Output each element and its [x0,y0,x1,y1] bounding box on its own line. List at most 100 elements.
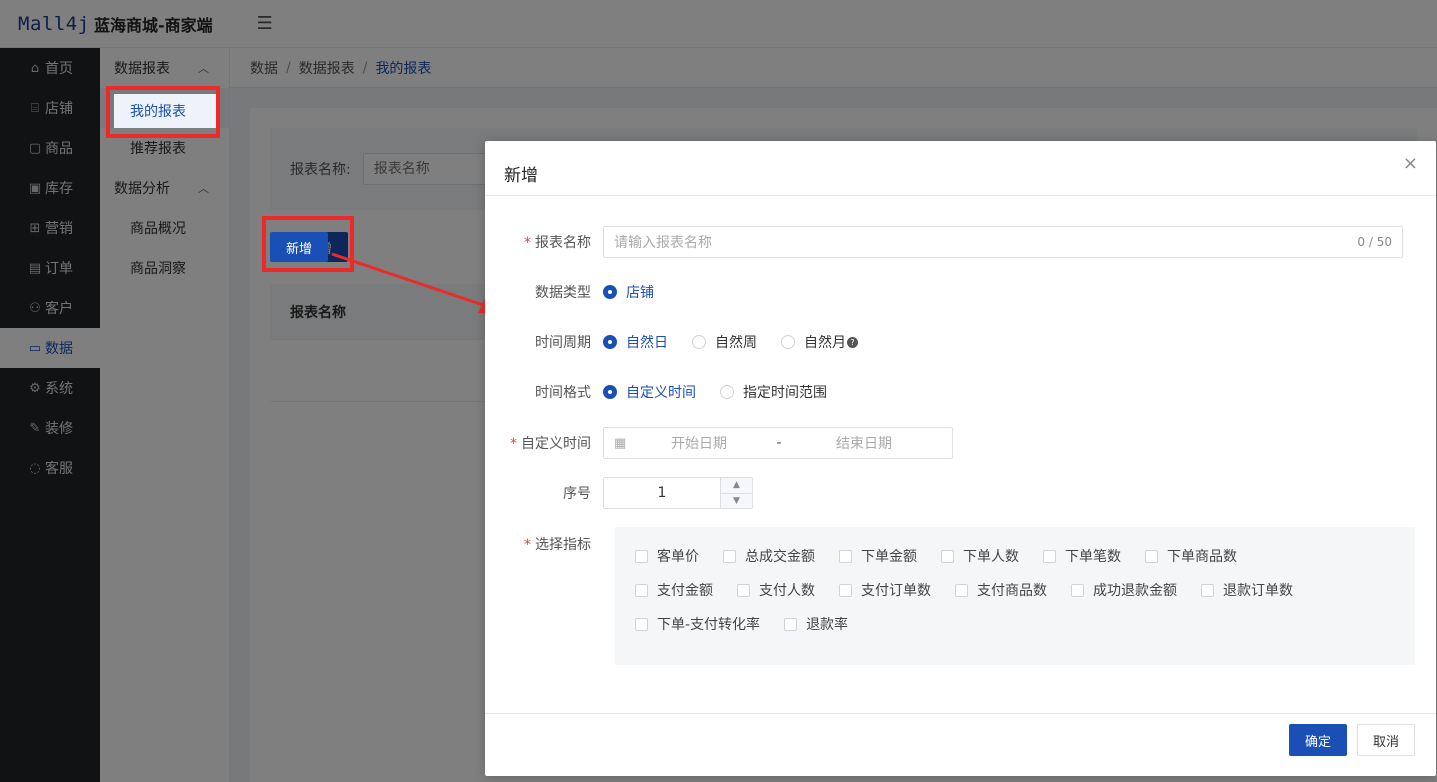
order-stepper[interactable]: 1 ▲ ▼ [603,477,753,509]
radio-data-type-shop[interactable]: 店铺 [603,282,654,302]
dialog-footer-divider [485,713,1436,714]
checkbox-metric[interactable]: 总成交金额 [723,546,815,566]
metrics-row: 客单价 总成交金额 下单金额 下单人数 下单笔数 下单商品数 [635,539,1415,573]
chevron-up-icon[interactable]: ▲ [721,478,752,494]
required-mark: * [510,436,517,452]
checkbox-box [955,583,968,597]
checkbox-label: 退款率 [806,617,849,633]
confirm-button[interactable]: 确定 [1289,724,1347,756]
char-counter: 0 / 50 [1357,235,1392,249]
radio-dot [603,385,617,399]
radio-dot [603,335,617,349]
field-label-custom-time: * 自定义时间 [485,433,603,453]
report-name-input[interactable]: 请输入报表名称 0 / 50 [603,226,1403,258]
form-row-time-format: 时间格式 自定义时间 指定时间范围 [485,382,1436,402]
radio-format-range[interactable]: 指定时间范围 [720,382,827,402]
checkbox-box [784,617,798,631]
form-row-custom-time: * 自定义时间 ▦ 开始日期 - 结束日期 [485,427,1436,459]
checkbox-metric[interactable]: 退款订单数 [1201,580,1293,600]
close-icon[interactable]: × [1403,153,1418,174]
radio-dot [720,385,734,399]
radio-label: 自然日 [626,335,668,351]
stepper-value[interactable]: 1 [604,478,720,508]
radio-period-day[interactable]: 自然日 [603,332,668,352]
checkbox-box [1071,583,1084,597]
radio-dot [603,285,617,299]
checkbox-label: 支付金额 [657,583,713,599]
field-label-time-period: 时间周期 [535,335,591,351]
metrics-row: 支付金额 支付人数 支付订单数 支付商品数 成功退款金额 退款订单数 [635,573,1415,607]
report-name-placeholder: 请输入报表名称 [614,235,712,251]
checkbox-label: 下单-支付转化率 [657,617,761,633]
checkbox-label: 支付商品数 [977,583,1047,599]
form-row-order: 序号 1 ▲ ▼ [485,477,1436,509]
cancel-button[interactable]: 取消 [1357,724,1415,756]
checkbox-metric[interactable]: 支付金额 [635,580,713,600]
field-label-data-type: 数据类型 [535,285,591,301]
radio-dot [692,335,706,349]
help-icon[interactable]: ? [847,336,858,348]
end-date-placeholder[interactable]: 结束日期 [794,433,934,453]
checkbox-metric[interactable]: 下单-支付转化率 [635,614,760,634]
checkbox-label: 下单金额 [861,549,917,565]
date-range-picker[interactable]: ▦ 开始日期 - 结束日期 [603,427,953,459]
checkbox-metric[interactable]: 下单商品数 [1145,546,1237,566]
field-label-metrics: * 选择指标 [485,534,603,554]
range-separator: - [776,435,782,451]
checkbox-box [839,549,852,563]
checkbox-metric[interactable]: 下单金额 [839,546,917,566]
checkbox-box [723,549,736,563]
checkbox-metric[interactable]: 支付商品数 [955,580,1047,600]
start-date-placeholder[interactable]: 开始日期 [634,433,764,453]
add-button-highlight: 新增 [270,232,328,262]
checkbox-box [1043,549,1056,563]
required-mark: * [524,537,531,553]
checkbox-label: 成功退款金额 [1093,583,1177,599]
checkbox-box [1145,549,1158,563]
radio-period-month[interactable]: 自然月? [781,332,858,352]
checkbox-label: 下单人数 [963,549,1019,565]
field-label-order: 序号 [563,486,591,502]
metrics-row: 下单-支付转化率 退款率 [635,607,1415,641]
field-label-text: 自定义时间 [521,436,591,452]
checkbox-metric[interactable]: 成功退款金额 [1071,580,1177,600]
form-row-report-name: * 报表名称 请输入报表名称 0 / 50 [485,226,1436,258]
field-label-text: 选择指标 [535,537,591,553]
form-row-time-period: 时间周期 自然日 自然周 自然月? [485,332,1436,352]
checkbox-metric[interactable]: 下单人数 [941,546,1019,566]
checkbox-label: 下单笔数 [1065,549,1121,565]
radio-format-custom[interactable]: 自定义时间 [603,382,696,402]
my-reports-highlight: 我的报表 [114,94,216,128]
checkbox-box [737,583,750,597]
stepper-buttons: ▲ ▼ [720,478,752,508]
checkbox-label: 退款订单数 [1223,583,1293,599]
radio-period-week[interactable]: 自然周 [692,332,757,352]
field-label-report-name: * 报表名称 [485,232,603,252]
radio-label: 自然周 [715,335,757,351]
calendar-icon: ▦ [614,435,627,451]
add-report-dialog: 新增 × * 报表名称 请输入报表名称 0 / 50 数据类型 店铺 时间周期 自… [485,141,1436,776]
checkbox-box [941,549,954,563]
field-label-text: 报表名称 [535,235,591,251]
radio-label: 指定时间范围 [743,385,827,401]
checkbox-metric[interactable]: 支付人数 [737,580,815,600]
checkbox-metric[interactable]: 下单笔数 [1043,546,1121,566]
checkbox-metric[interactable]: 支付订单数 [839,580,931,600]
radio-label: 自定义时间 [626,385,696,401]
checkbox-metric[interactable]: 退款率 [784,614,848,634]
checkbox-box [839,583,852,597]
dialog-divider [485,195,1436,196]
radio-label: 店铺 [626,285,654,301]
field-label-time-format: 时间格式 [535,385,591,401]
checkbox-box [635,617,648,631]
form-row-metrics: * 选择指标 [485,534,615,554]
checkbox-box [635,583,648,597]
checkbox-metric[interactable]: 客单价 [635,546,699,566]
checkbox-label: 下单商品数 [1167,549,1237,565]
checkbox-box [1201,583,1214,597]
radio-dot [781,335,795,349]
chevron-down-icon[interactable]: ▼ [721,493,752,508]
checkbox-label: 支付人数 [759,583,815,599]
metrics-panel: 客单价 总成交金额 下单金额 下单人数 下单笔数 下单商品数 支付金额 支付人数… [615,527,1415,665]
checkbox-label: 支付订单数 [861,583,931,599]
